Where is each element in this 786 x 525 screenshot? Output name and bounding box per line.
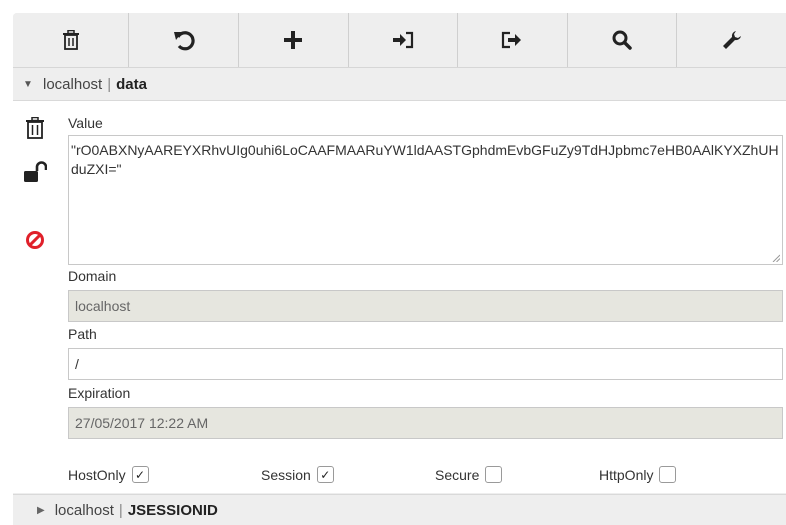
- hostonly-checkbox[interactable]: ✓: [131, 466, 149, 483]
- path-field[interactable]: /: [68, 348, 783, 380]
- export-button[interactable]: [458, 13, 568, 67]
- separator: |: [118, 502, 123, 519]
- toolbar: [13, 13, 786, 68]
- value-text: "rO0ABXNyAAREYXRhvUIg0uhi6LoCAAFMAARuYW1…: [71, 142, 779, 177]
- session-checkbox[interactable]: ✓: [316, 466, 334, 483]
- check-icon: ✓: [320, 467, 331, 482]
- hostonly-checkbox-group: HostOnly ✓: [68, 466, 149, 483]
- cookie-editor-panel: ▼ localhost | data Value "rO0ABXNyAAREYX…: [13, 13, 786, 525]
- value-label: Value: [68, 115, 103, 131]
- block-icon: [26, 231, 44, 249]
- cookie-domain: localhost: [54, 502, 114, 519]
- check-icon: ✓: [135, 467, 146, 482]
- add-cookie-button[interactable]: [239, 13, 349, 67]
- cookie-name: JSESSIONID: [127, 502, 218, 519]
- separator: |: [107, 75, 112, 93]
- search-icon: [612, 30, 632, 50]
- options-button[interactable]: [677, 13, 786, 67]
- secure-checkbox-group: Secure: [435, 466, 503, 483]
- sign-in-icon: [392, 31, 413, 49]
- cookie-editor: Value "rO0ABXNyAAREYXRhvUIg0uhi6LoCAAFMA…: [13, 101, 786, 493]
- cookie-domain: localhost: [43, 75, 103, 93]
- reset-button[interactable]: [129, 13, 239, 67]
- httponly-checkbox[interactable]: [659, 466, 677, 483]
- block-cookie-button[interactable]: [23, 227, 47, 253]
- path-label: Path: [68, 326, 97, 342]
- caret-down-icon: ▼: [23, 78, 33, 90]
- protect-cookie-button[interactable]: [23, 159, 47, 185]
- unlock-icon: [24, 161, 47, 182]
- search-button[interactable]: [568, 13, 678, 67]
- caret-right-icon: ▶: [37, 505, 45, 516]
- value-textarea[interactable]: "rO0ABXNyAAREYXRhvUIg0uhi6LoCAAFMAARuYW1…: [68, 135, 783, 265]
- sign-out-icon: [502, 31, 522, 49]
- httponly-label: HttpOnly: [599, 466, 654, 483]
- trash-icon: [62, 30, 79, 50]
- expiration-label: Expiration: [68, 385, 131, 401]
- import-button[interactable]: [349, 13, 459, 67]
- plus-icon: [284, 31, 303, 49]
- hostonly-label: HostOnly: [68, 466, 126, 483]
- domain-field[interactable]: localhost: [68, 290, 783, 322]
- secure-label: Secure: [435, 466, 480, 483]
- delete-all-button[interactable]: [13, 13, 130, 67]
- trash-icon: [26, 117, 44, 139]
- domain-label: Domain: [68, 268, 117, 284]
- httponly-checkbox-group: HttpOnly: [599, 466, 677, 483]
- cookie-row-jsessionid[interactable]: ▶ localhost | JSESSIONID: [13, 494, 786, 525]
- undo-icon: [173, 31, 195, 51]
- resize-grip-icon[interactable]: [772, 254, 780, 262]
- wrench-icon: [722, 31, 741, 49]
- session-checkbox-group: Session ✓: [261, 466, 334, 483]
- secure-checkbox[interactable]: [485, 466, 503, 483]
- expiration-field[interactable]: 27/05/2017 12:22 AM: [68, 407, 783, 439]
- flags-row: HostOnly ✓ Session ✓ Secure HttpOnly: [68, 466, 783, 488]
- cookie-name: data: [116, 75, 147, 93]
- cookie-row-data[interactable]: ▼ localhost | data: [13, 68, 786, 101]
- delete-cookie-button[interactable]: [23, 115, 47, 141]
- session-label: Session: [261, 466, 311, 483]
